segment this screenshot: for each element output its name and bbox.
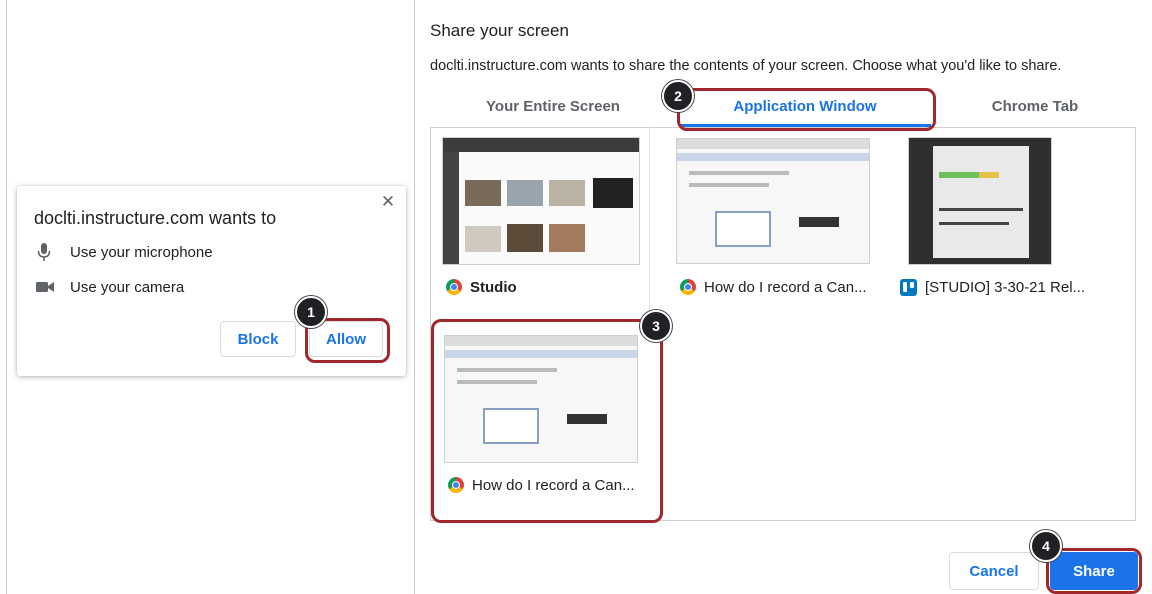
step-badge-2: 2 xyxy=(662,80,694,112)
thumbnail-image xyxy=(507,224,543,252)
window-title: Studio xyxy=(470,278,517,296)
thumbnail-content xyxy=(979,172,999,178)
thumbnail-content xyxy=(689,171,789,175)
chrome-icon xyxy=(446,279,462,295)
step-badge-1: 1 xyxy=(295,296,327,328)
camera-icon xyxy=(36,280,54,299)
thumbnail-image xyxy=(465,226,501,252)
tab-entire-screen[interactable]: Your Entire Screen xyxy=(438,96,668,126)
thumbnail-image xyxy=(549,180,585,206)
divider-line xyxy=(414,0,415,594)
callout-highlight-share xyxy=(1046,548,1142,594)
window-tile-label: How do I record a Can... xyxy=(680,276,867,298)
share-dialog-description: doclti.instructure.com wants to share th… xyxy=(430,58,1062,74)
thumbnail-content xyxy=(939,208,1023,211)
tab-chrome-tab[interactable]: Chrome Tab xyxy=(935,96,1135,126)
thumbnail-content xyxy=(933,146,1029,258)
thumbnail-image xyxy=(507,180,543,206)
window-title: [STUDIO] 3-30-21 Rel... xyxy=(925,278,1086,296)
window-thumbnail xyxy=(908,137,1052,265)
thumbnail-titlebar xyxy=(677,139,869,149)
thumbnail-image xyxy=(465,180,501,206)
thumbnail-titlebar xyxy=(443,138,639,152)
callout-highlight-selected-window xyxy=(431,319,663,523)
window-thumbnail xyxy=(676,138,870,264)
step-badge-3: 3 xyxy=(640,310,672,342)
window-title: How do I record a Can... xyxy=(704,278,867,296)
window-thumbnail xyxy=(442,137,640,265)
thumbnail-toolbar xyxy=(677,153,869,161)
thumbnail-content xyxy=(715,211,771,247)
thumbnail-content xyxy=(939,222,1009,225)
thumbnail-content xyxy=(939,172,979,178)
window-tile-label: [STUDIO] 3-30-21 Rel... xyxy=(900,276,1085,298)
window-tile-label: Studio xyxy=(446,276,517,298)
permission-item-label: Use your camera xyxy=(70,279,185,296)
microphone-icon xyxy=(36,242,52,267)
grid-divider xyxy=(649,127,650,313)
callout-highlight-application-window xyxy=(677,88,936,131)
share-dialog-title: Share your screen xyxy=(430,21,569,40)
thumbnail-sidebar xyxy=(443,152,459,264)
thumbnail-content xyxy=(799,217,839,227)
thumbnail-content xyxy=(689,183,769,187)
permission-popup-title: doclti.instructure.com wants to xyxy=(34,208,277,228)
permission-item-microphone: Use your microphone xyxy=(36,242,336,264)
close-icon[interactable]: ✕ xyxy=(379,192,397,212)
cancel-button[interactable]: Cancel xyxy=(949,552,1039,590)
permission-item-label: Use your microphone xyxy=(70,244,213,261)
block-button[interactable]: Block xyxy=(220,321,296,357)
step-badge-4: 4 xyxy=(1030,530,1062,562)
left-frame-border xyxy=(6,0,7,594)
thumbnail-image xyxy=(593,178,633,208)
thumbnail-image xyxy=(549,224,585,252)
trello-icon xyxy=(900,278,917,296)
chrome-icon xyxy=(680,279,696,295)
permission-item-camera: Use your camera xyxy=(36,277,336,299)
